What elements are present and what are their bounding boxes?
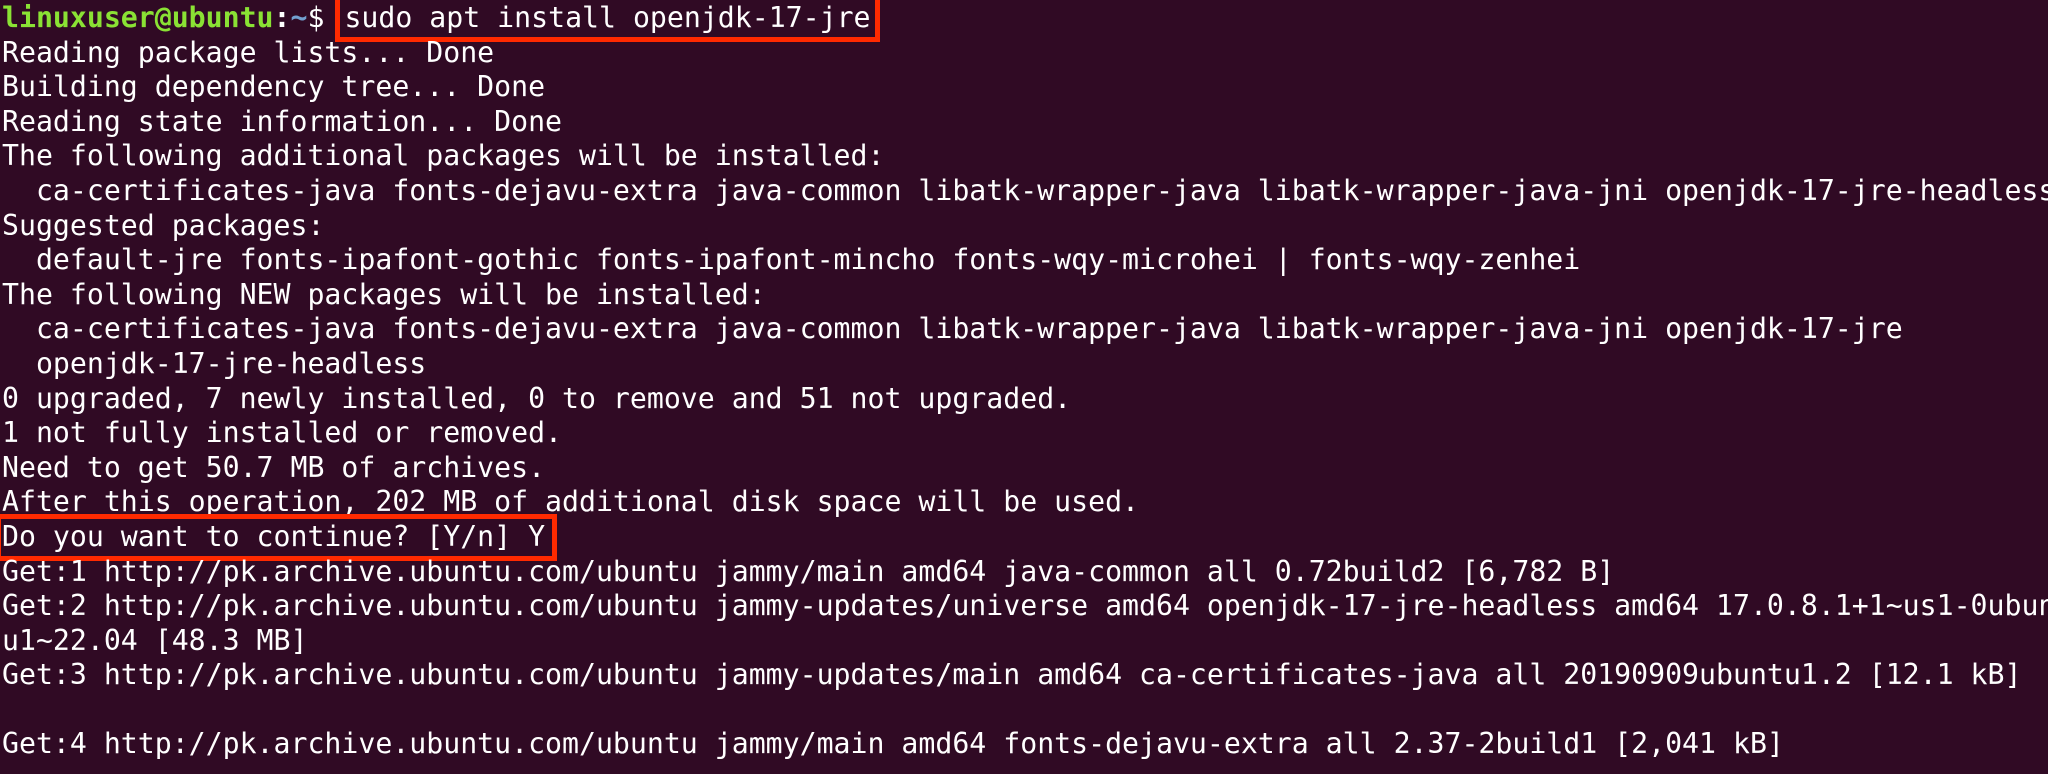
command-prompt-line: linuxuser@ubuntu:~$ sudo apt install ope…: [0, 0, 2048, 42]
output-line: The following NEW packages will be insta…: [2, 277, 766, 311]
output-line: After this operation, 202 MB of addition…: [2, 485, 1140, 519]
prompt-separator: :: [273, 1, 291, 34]
terminal-window[interactable]: linuxuser@ubuntu:~$ sudo apt install ope…: [0, 0, 2048, 774]
confirm-prompt-line: Do you want to continue? [Y/n] Y: [0, 513, 2048, 561]
prompt-path: ~: [290, 1, 308, 34]
apt-output-block: Reading package lists... Done Building de…: [0, 36, 2048, 520]
highlighted-command: sudo apt install openjdk-17-jre: [335, 0, 880, 42]
output-line: default-jre fonts-ipafont-gothic fonts-i…: [2, 243, 1581, 277]
output-line: u1~22.04 [48.3 MB]: [2, 623, 308, 657]
output-line: The following additional packages will b…: [2, 139, 885, 173]
output-line: ca-certificates-java fonts-dejavu-extra …: [2, 173, 2048, 207]
output-line: 1 not fully installed or removed.: [2, 416, 563, 450]
output-line: Need to get 50.7 MB of archives.: [2, 450, 546, 484]
prompt-dollar: $: [307, 1, 342, 34]
output-line: Reading state information... Done: [2, 104, 563, 138]
output-line: Get:4 http://pk.archive.ubuntu.com/ubunt…: [2, 727, 1784, 761]
output-line: openjdk-17-jre-headless: [2, 346, 427, 380]
output-line: Suggested packages:: [2, 208, 325, 242]
output-line: Get:2 http://pk.archive.ubuntu.com/ubunt…: [2, 589, 2048, 623]
output-line: ca-certificates-java fonts-dejavu-extra …: [2, 312, 1903, 346]
output-line: 0 upgraded, 7 newly installed, 0 to remo…: [2, 381, 1072, 415]
highlighted-confirm-prompt: Do you want to continue? [Y/n] Y: [0, 513, 558, 561]
output-line: Get:1 http://pk.archive.ubuntu.com/ubunt…: [2, 554, 1615, 588]
prompt-user-host: linuxuser@ubuntu: [2, 1, 274, 34]
output-line: Building dependency tree... Done: [2, 70, 546, 104]
download-output-block: Get:1 http://pk.archive.ubuntu.com/ubunt…: [0, 555, 2048, 763]
output-line: Reading package lists... Done: [2, 35, 495, 69]
output-line: Get:3 http://pk.archive.ubuntu.com/ubunt…: [2, 658, 2022, 692]
